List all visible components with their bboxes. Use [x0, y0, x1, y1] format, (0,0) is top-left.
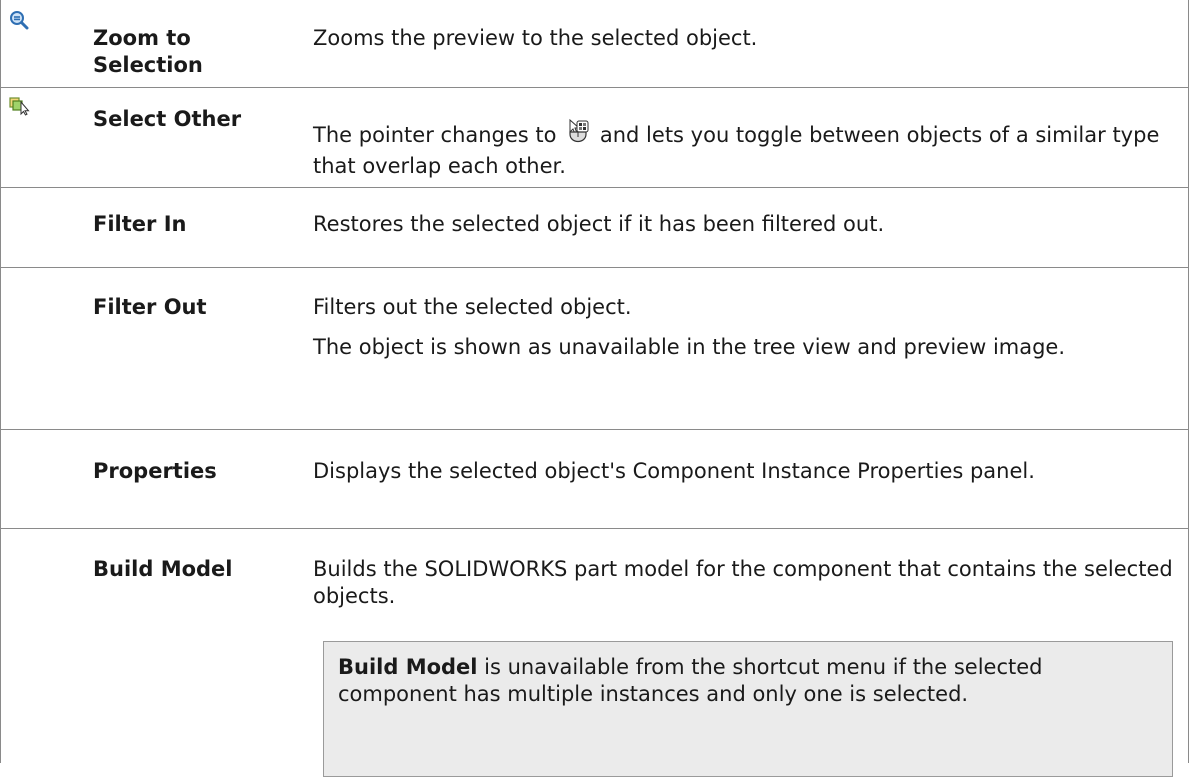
row-description: Builds the SOLIDWORKS part model for the… — [313, 556, 1183, 610]
description-paragraph: The pointer changes to and lets you togg… — [313, 118, 1183, 180]
zoom-selection-icon — [9, 10, 29, 34]
description-paragraph: Filters out the selected object. — [313, 295, 632, 319]
row-description: Filters out the selected object. The obj… — [313, 294, 1183, 361]
note-bold-term: Build Model — [338, 655, 478, 679]
row-description: Displays the selected object's Component… — [313, 458, 1183, 485]
row-description: Restores the selected object if it has b… — [313, 211, 1183, 238]
row-name: Properties — [93, 459, 217, 483]
row-description: The pointer changes to and lets you togg… — [313, 118, 1183, 180]
row-name: Build Model — [93, 557, 233, 581]
select-other-pointer-icon — [565, 118, 591, 153]
table-row-zoom-to-selection: Zoom to Selection Zooms the preview to t… — [1, 0, 1188, 88]
command-table: Zoom to Selection Zooms the preview to t… — [0, 0, 1189, 777]
description-paragraph: Zooms the preview to the selected object… — [313, 26, 758, 50]
description-paragraph: The object is shown as unavailable in th… — [313, 335, 1066, 359]
description-text: The pointer changes to — [313, 123, 557, 147]
table-row-build-model: Build Model Builds the SOLIDWORKS part m… — [1, 529, 1188, 777]
description-paragraph: Restores the selected object if it has b… — [313, 212, 885, 236]
table-row-filter-in: Filter In Restores the selected object i… — [1, 188, 1188, 268]
row-name: Filter Out — [93, 295, 207, 319]
table-row-select-other: Select Other The pointer changes to and … — [1, 88, 1188, 188]
select-other-icon — [9, 96, 31, 120]
description-paragraph: Displays the selected object's Component… — [313, 459, 1035, 483]
table-row-properties: Properties Displays the selected object'… — [1, 430, 1188, 529]
row-description: Zooms the preview to the selected object… — [313, 25, 1183, 52]
row-name: Filter In — [93, 212, 187, 236]
note-box: Build Model is unavailable from the shor… — [323, 641, 1173, 777]
row-name: Select Other — [93, 107, 242, 131]
description-paragraph: Builds the SOLIDWORKS part model for the… — [313, 557, 1173, 608]
table-row-filter-out: Filter Out Filters out the selected obje… — [1, 268, 1188, 430]
row-name: Zoom to Selection — [93, 26, 203, 77]
